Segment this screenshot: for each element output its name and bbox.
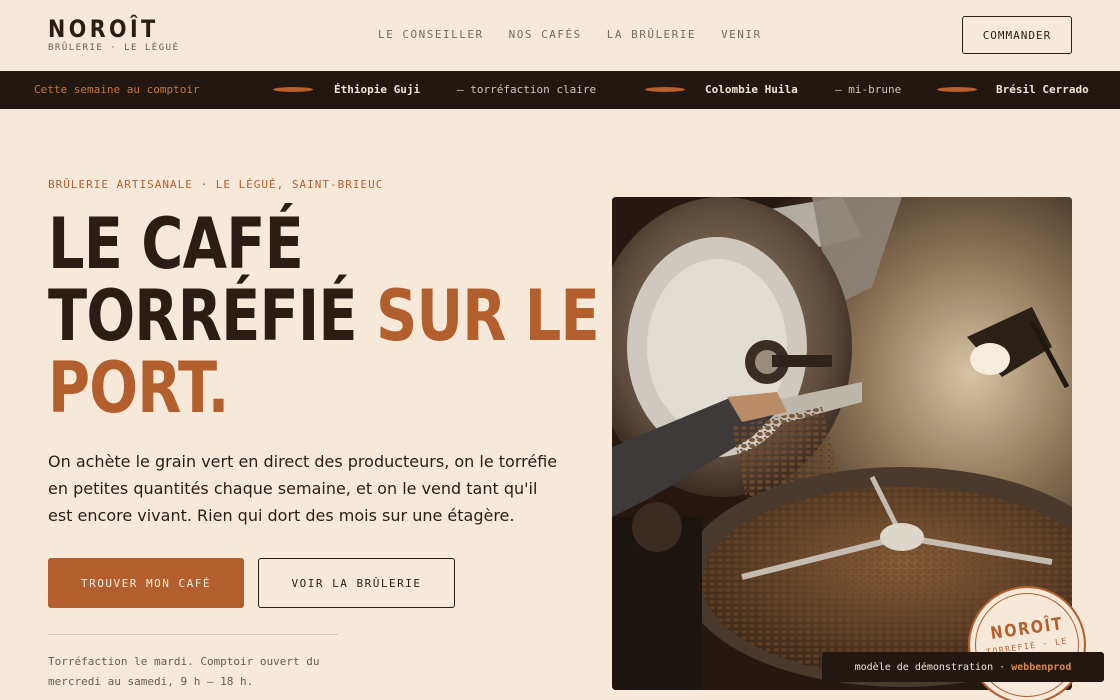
demo-badge-text: modèle de démonstration ·	[854, 661, 1006, 673]
weekly-ticker: Cette semaine au comptoir Éthiopie Guji …	[0, 71, 1120, 109]
headline-line: LE CAFÉ	[48, 203, 304, 285]
ticker-coffee-name: Colombie Huila	[705, 83, 798, 96]
brand-stamp: NOROÎT TORRÉFIÉ · LE	[968, 586, 1086, 700]
ticker-label: Cette semaine au comptoir	[34, 83, 200, 96]
logo-tagline: BRÛLERIE · LE LÉGUÉ	[48, 43, 180, 53]
ticker-coffee-name: Éthiopie Guji	[334, 83, 421, 96]
hero-kicker: BRÛLERIE ARTISANALE · LE LÉGUÉ, SAINT-BR…	[48, 178, 384, 191]
logo[interactable]: NOROÎT BRÛLERIE · LE LÉGUÉ	[48, 16, 179, 53]
demo-badge-brand[interactable]: webbenprod	[1011, 662, 1071, 673]
ticker-coffee-roast: — torréfaction claire	[457, 83, 597, 96]
hero-headline: LE CAFÉ TORRÉFIÉ SUR LE PORT.	[48, 203, 600, 429]
divider	[48, 634, 338, 635]
headline-line: PORT.	[48, 347, 229, 429]
coffee-bean-icon	[645, 87, 685, 92]
site-header: NOROÎT BRÛLERIE · LE LÉGUÉ LE CONSEILLER…	[0, 0, 1120, 71]
find-coffee-button[interactable]: TROUVER MON CAFÉ	[48, 558, 244, 608]
headline-dark-word: TORRÉFIÉ	[48, 275, 358, 357]
nav-item-venir[interactable]: VENIR	[721, 28, 762, 41]
nav-item-cafes[interactable]: NOS CAFÉS	[509, 28, 582, 41]
ticker-coffee-roast: — mi-brune	[835, 83, 902, 96]
headline-accent-word: SUR LE	[375, 275, 600, 357]
hero-description: On achète le grain vert en direct des pr…	[48, 452, 558, 525]
ticker-coffee-name: Brésil Cerrado	[996, 83, 1089, 96]
nav-item-conseiller[interactable]: LE CONSEILLER	[378, 28, 484, 41]
coffee-bean-icon	[937, 87, 977, 92]
coffee-bean-icon	[273, 87, 313, 92]
headline-line: TORRÉFIÉ SUR LE	[48, 280, 600, 352]
logo-name: NOROÎT	[48, 15, 159, 43]
main-nav: LE CONSEILLER NOS CAFÉS LA BRÛLERIE VENI…	[378, 28, 762, 41]
see-roastery-button[interactable]: VOIR LA BRÛLERIE	[258, 558, 455, 608]
opening-hours: Torréfaction le mardi. Comptoir ouvert d…	[48, 655, 320, 688]
order-button[interactable]: COMMANDER	[962, 16, 1072, 54]
nav-item-brulerie[interactable]: LA BRÛLERIE	[607, 28, 696, 41]
demo-badge[interactable]: modèle de démonstration · webbenprod	[822, 652, 1104, 682]
